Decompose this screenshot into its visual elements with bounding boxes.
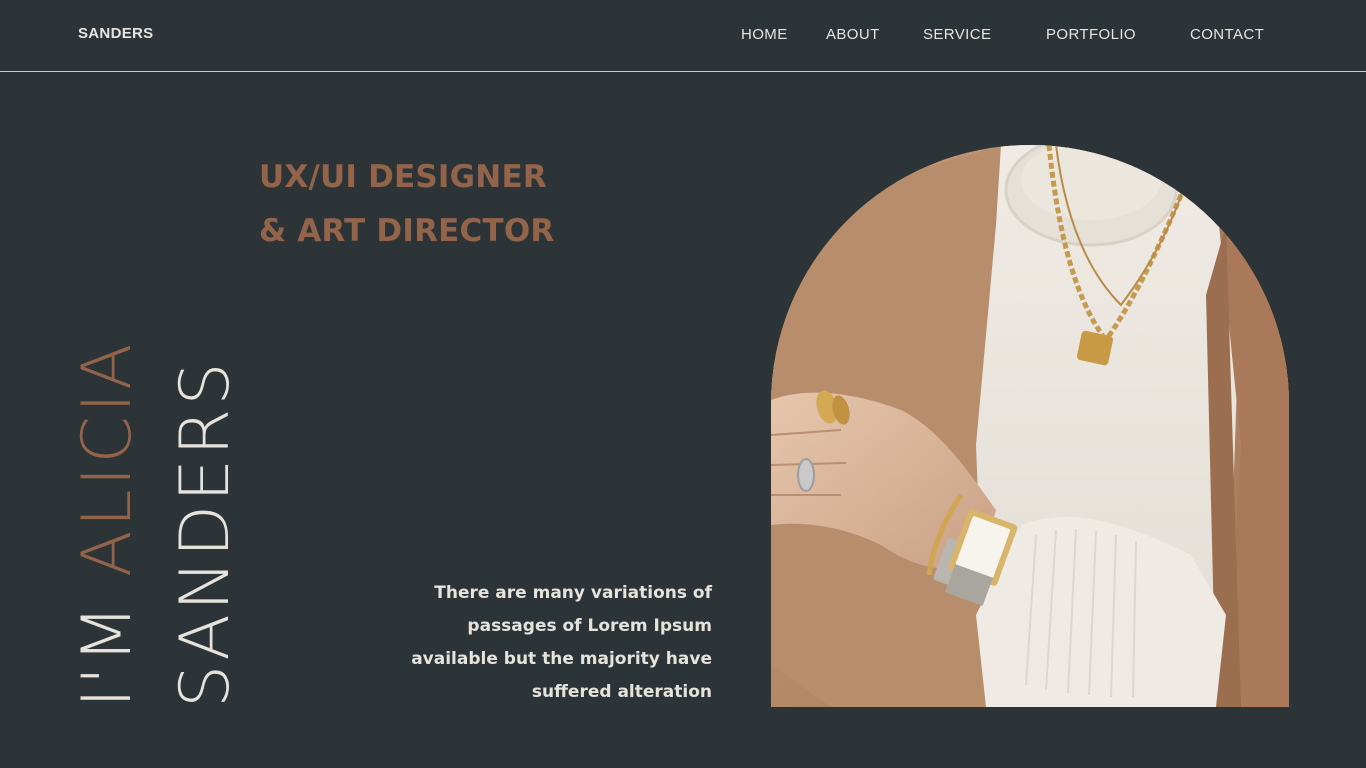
nav-about[interactable]: ABOUT — [826, 26, 880, 43]
nav-home[interactable]: HOME — [741, 26, 788, 43]
model-photo-illustration — [771, 145, 1289, 707]
hero-description: There are many variations of passages of… — [411, 583, 712, 702]
hero-title-line2: & ART DIRECTOR — [259, 213, 555, 249]
site-header: SANDERS HOME ABOUT SERVICE PORTFOLIO CON… — [0, 0, 1366, 72]
page: SANDERS HOME ABOUT SERVICE PORTFOLIO CON… — [0, 0, 1366, 768]
hero-title: UX/UI DESIGNER & ART DIRECTOR — [259, 150, 554, 258]
logo[interactable]: SANDERS — [78, 25, 153, 42]
nav-service[interactable]: SERVICE — [923, 26, 991, 43]
nav-portfolio[interactable]: PORTFOLIO — [1046, 26, 1136, 43]
name-prefix: I'M — [68, 576, 147, 708]
name-line-2: SANDERS — [166, 359, 245, 708]
name-first: ALICIA — [68, 340, 147, 577]
name-last: SANDERS — [166, 359, 245, 708]
name-line-1: I'M ALICIA — [68, 340, 147, 708]
hero-photo — [771, 145, 1289, 707]
hero-title-line1: UX/UI DESIGNER — [259, 159, 547, 195]
nav-contact[interactable]: CONTACT — [1190, 26, 1264, 43]
